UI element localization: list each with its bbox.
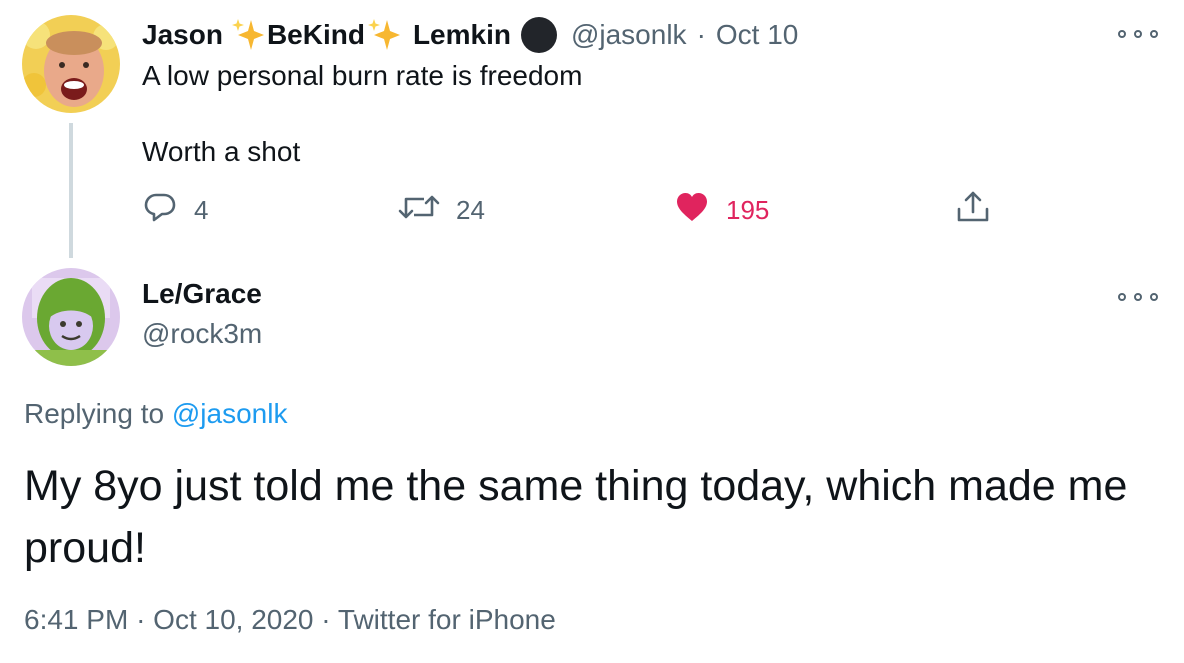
display-name-part-2[interactable]: BeKind bbox=[267, 19, 365, 51]
more-dot-icon bbox=[1150, 293, 1158, 301]
parent-tweet-text-line-2: Worth a shot bbox=[142, 136, 301, 167]
share-action[interactable] bbox=[955, 190, 991, 230]
reply-count: 4 bbox=[194, 194, 209, 225]
more-dot-icon bbox=[1134, 30, 1142, 38]
tweet-metadata: 6:41 PM · Oct 10, 2020 · Twitter for iPh… bbox=[24, 604, 556, 636]
retweet-icon bbox=[398, 189, 440, 232]
avatar-jason[interactable] bbox=[22, 15, 120, 113]
parent-date[interactable]: Oct 10 bbox=[716, 19, 798, 51]
more-dot-icon bbox=[1134, 293, 1142, 301]
replying-to-label: Replying to bbox=[24, 398, 165, 429]
display-name-part-1[interactable]: Jason bbox=[142, 19, 223, 51]
avatar-grace[interactable] bbox=[22, 268, 120, 366]
parent-tweet-header: Jason BeKind Lemkin @jasonlk · Oct 10 bbox=[142, 14, 798, 56]
black-circle-icon bbox=[520, 17, 557, 53]
header-separator: · bbox=[696, 19, 706, 50]
reply-tweet-text: My 8yo just told me the same thing today… bbox=[24, 462, 1128, 572]
replying-to-mention[interactable]: @jasonlk bbox=[172, 398, 288, 429]
parent-tweet-text-line-1: A low personal burn rate is freedom bbox=[142, 60, 583, 91]
tweet-date[interactable]: Oct 10, 2020 bbox=[153, 604, 313, 635]
display-name-part-3[interactable]: Lemkin bbox=[413, 19, 511, 51]
meta-separator: · bbox=[321, 604, 331, 635]
reply-handle[interactable]: @rock3m bbox=[142, 318, 262, 350]
retweet-count: 24 bbox=[456, 194, 485, 225]
tweet-time[interactable]: 6:41 PM bbox=[24, 604, 128, 635]
retweet-action[interactable]: 24 bbox=[398, 190, 485, 230]
tweet-source[interactable]: Twitter for iPhone bbox=[338, 604, 556, 635]
more-dot-icon bbox=[1118, 293, 1126, 301]
reply-display-name[interactable]: Le/Grace bbox=[142, 278, 262, 310]
thread-connector bbox=[69, 123, 73, 258]
reply-action[interactable]: 4 bbox=[142, 190, 208, 230]
meta-separator: · bbox=[136, 604, 146, 635]
more-dot-icon bbox=[1150, 30, 1158, 38]
like-action[interactable]: 195 bbox=[674, 190, 769, 230]
like-count: 195 bbox=[726, 194, 770, 225]
heart-filled-icon bbox=[674, 189, 710, 232]
more-options-button[interactable] bbox=[1118, 27, 1158, 41]
reply-icon bbox=[142, 189, 178, 232]
sparkles-icon bbox=[231, 18, 265, 52]
parent-handle[interactable]: @jasonlk bbox=[571, 19, 687, 51]
replying-to-line: Replying to @jasonlk bbox=[24, 398, 287, 430]
more-options-button[interactable] bbox=[1118, 290, 1158, 304]
share-icon bbox=[955, 189, 991, 232]
sparkles-icon bbox=[367, 18, 401, 52]
more-dot-icon bbox=[1118, 30, 1126, 38]
